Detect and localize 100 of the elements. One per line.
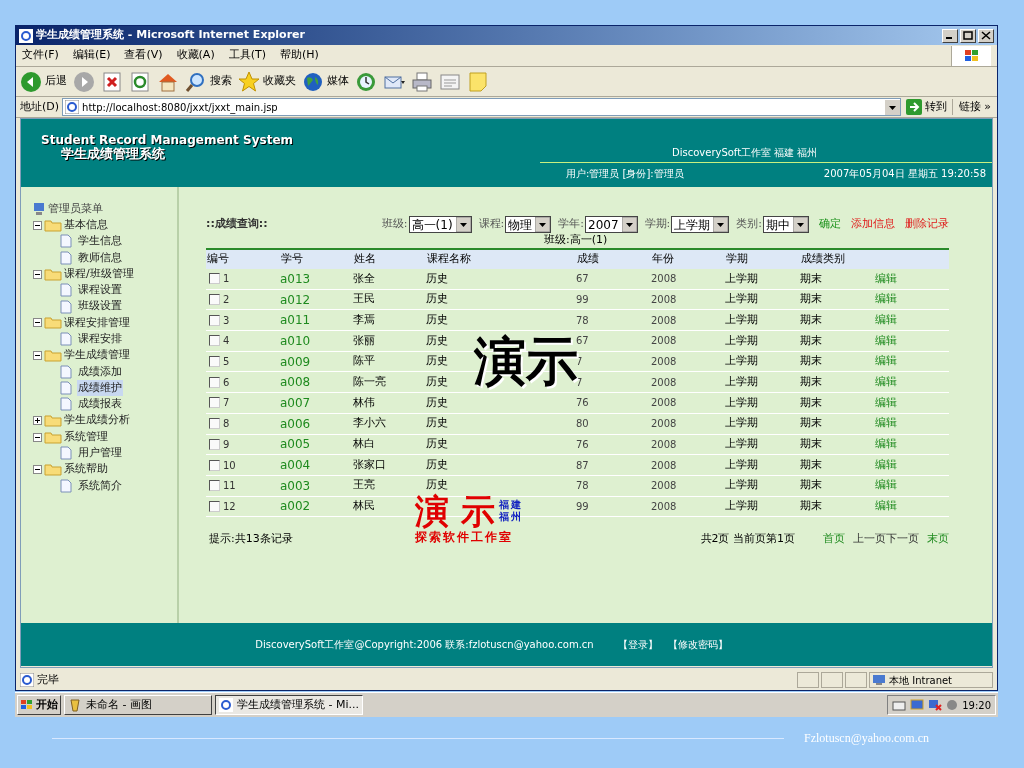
row-checkbox[interactable] bbox=[209, 273, 220, 285]
menu-item[interactable]: 编辑(E) bbox=[72, 47, 111, 64]
menu-item[interactable]: 收藏(A) bbox=[176, 47, 215, 64]
filter-dropdown[interactable]: 上学期 bbox=[671, 216, 730, 233]
refresh-icon bbox=[129, 70, 151, 93]
tree-root[interactable]: 管理员菜单 bbox=[48, 200, 103, 218]
tree-item[interactable]: 学生成绩分析 bbox=[64, 412, 130, 429]
table-cell-text: a012 bbox=[280, 291, 312, 309]
row-checkbox[interactable] bbox=[209, 376, 220, 388]
edit-link[interactable]: 编辑 bbox=[875, 499, 897, 513]
tree-item[interactable]: 课程安排管理 bbox=[64, 314, 130, 332]
row-checkbox[interactable] bbox=[209, 500, 220, 512]
table-cell-text: 2008 bbox=[651, 417, 678, 432]
row-checkbox[interactable] bbox=[209, 438, 220, 450]
tree-item[interactable]: 基本信息 bbox=[64, 216, 108, 234]
paint-icon bbox=[68, 698, 82, 712]
start-button[interactable]: 开始 bbox=[17, 695, 61, 715]
links-label[interactable]: 链接 bbox=[952, 98, 982, 116]
action-link[interactable]: 添加信息 bbox=[851, 216, 895, 233]
taskbar-button[interactable]: 未命名 - 画图 bbox=[64, 695, 212, 715]
computer-icon bbox=[33, 202, 45, 216]
tree-item[interactable]: 系统管理 bbox=[64, 428, 108, 446]
chevron-label[interactable]: » bbox=[984, 98, 993, 116]
close-button[interactable] bbox=[978, 28, 994, 43]
table-cell: 历史 bbox=[426, 375, 448, 389]
stop-icon bbox=[101, 70, 123, 93]
toolbar-button[interactable] bbox=[411, 70, 433, 93]
row-checkbox[interactable] bbox=[209, 418, 220, 430]
toolbar-button[interactable] bbox=[101, 70, 123, 93]
tree-item[interactable]: 班级设置 bbox=[77, 298, 123, 315]
toolbar-button[interactable] bbox=[355, 70, 377, 93]
tree-item[interactable]: 系统简介 bbox=[77, 477, 123, 495]
filter-dropdown[interactable]: 期中 bbox=[763, 216, 809, 233]
tree-item[interactable]: 教师信息 bbox=[77, 249, 123, 266]
filter-dropdown[interactable]: 物理 bbox=[505, 216, 552, 233]
action-link[interactable]: 确定 bbox=[819, 216, 841, 233]
collapse-icon[interactable] bbox=[33, 318, 42, 328]
address-field[interactable]: http://localhost:8080/jxxt/jxxt_main.jsp bbox=[62, 98, 902, 116]
minimize-button[interactable] bbox=[942, 28, 958, 43]
maximize-icon bbox=[963, 31, 973, 40]
collapse-icon[interactable] bbox=[33, 465, 42, 475]
tree-item[interactable]: 学生信息 bbox=[77, 233, 123, 250]
collapse-icon[interactable] bbox=[33, 269, 42, 279]
browser-logo-icon bbox=[19, 28, 33, 43]
filter-dropdown[interactable]: 2007 bbox=[585, 216, 638, 233]
edit-link[interactable]: 编辑 bbox=[875, 437, 897, 451]
row-checkbox[interactable] bbox=[209, 314, 220, 326]
expand-icon[interactable] bbox=[33, 416, 42, 426]
tree-item[interactable]: 系统帮助 bbox=[64, 461, 108, 478]
toolbar-button[interactable]: 媒体 bbox=[302, 70, 349, 93]
toolbar-button[interactable]: 后退 bbox=[20, 70, 67, 93]
tree-item[interactable]: 成绩添加 bbox=[77, 363, 123, 381]
pager-link[interactable]: 首页 bbox=[823, 531, 845, 548]
menu-item[interactable]: 工具(T) bbox=[228, 47, 266, 64]
row-checkbox[interactable] bbox=[209, 397, 220, 409]
row-checkbox[interactable] bbox=[209, 356, 220, 368]
row-checkbox[interactable] bbox=[209, 480, 220, 492]
tree-item[interactable]: 成绩报表 bbox=[77, 396, 123, 413]
edit-link[interactable]: 编辑 bbox=[875, 292, 897, 306]
menu-item[interactable]: 查看(V) bbox=[124, 47, 163, 64]
menu-item[interactable]: 帮助(H) bbox=[280, 47, 319, 64]
table-cell-text: 王民 bbox=[353, 291, 376, 308]
go-button[interactable]: 转到 bbox=[904, 98, 950, 116]
collapse-icon[interactable] bbox=[33, 432, 42, 442]
edit-link[interactable]: 编辑 bbox=[875, 416, 897, 430]
edit-link[interactable]: 编辑 bbox=[875, 375, 897, 389]
edit-link[interactable]: 编辑 bbox=[875, 457, 897, 471]
row-checkbox[interactable] bbox=[209, 294, 220, 306]
table-cell-text: 上学期 bbox=[725, 332, 759, 349]
toolbar-button[interactable]: 收藏夹 bbox=[238, 70, 296, 93]
toolbar-button[interactable] bbox=[129, 70, 151, 93]
tree-item[interactable]: 成绩维护 bbox=[77, 379, 123, 397]
collapse-icon[interactable] bbox=[33, 351, 42, 360]
edit-link[interactable]: 编辑 bbox=[875, 354, 897, 368]
tree-item[interactable]: 课程安排 bbox=[77, 331, 123, 348]
maximize-button[interactable] bbox=[960, 28, 976, 43]
edit-link[interactable]: 编辑 bbox=[875, 271, 897, 285]
filter-dropdown[interactable]: 高一(1) bbox=[408, 216, 472, 233]
pager-link[interactable]: 末页 bbox=[927, 531, 949, 548]
edit-link[interactable]: 编辑 bbox=[875, 395, 897, 409]
edit-link[interactable]: 编辑 bbox=[875, 312, 897, 326]
edit-link[interactable]: 编辑 bbox=[875, 478, 897, 492]
table-cell-text: 76 bbox=[576, 396, 590, 411]
column-header: 课程名称 bbox=[426, 251, 472, 268]
menu-item[interactable]: 文件(F) bbox=[22, 47, 59, 64]
table-cell-text: 2008 bbox=[651, 272, 678, 287]
taskbar-button[interactable]: 学生成绩管理系统 - Mi... bbox=[215, 695, 363, 715]
row-checkbox[interactable] bbox=[209, 335, 220, 347]
footer-link[interactable]: 【登录】 bbox=[617, 637, 658, 652]
footer-link[interactable]: 【修改密码】 bbox=[667, 637, 728, 652]
tree-item[interactable]: 学生成绩管理 bbox=[64, 347, 130, 364]
collapse-icon[interactable] bbox=[33, 220, 42, 230]
stamp-location: 福州 bbox=[498, 511, 523, 523]
edit-link[interactable]: 编辑 bbox=[875, 333, 897, 347]
tree-item[interactable]: 用户管理 bbox=[77, 445, 123, 462]
action-link[interactable]: 删除记录 bbox=[905, 216, 949, 233]
row-checkbox[interactable] bbox=[209, 459, 220, 471]
toolbar-button[interactable]: 搜索 bbox=[185, 70, 232, 93]
tree-item[interactable]: 课程/班级管理 bbox=[64, 265, 134, 283]
tree-item[interactable]: 课程设置 bbox=[77, 282, 123, 299]
